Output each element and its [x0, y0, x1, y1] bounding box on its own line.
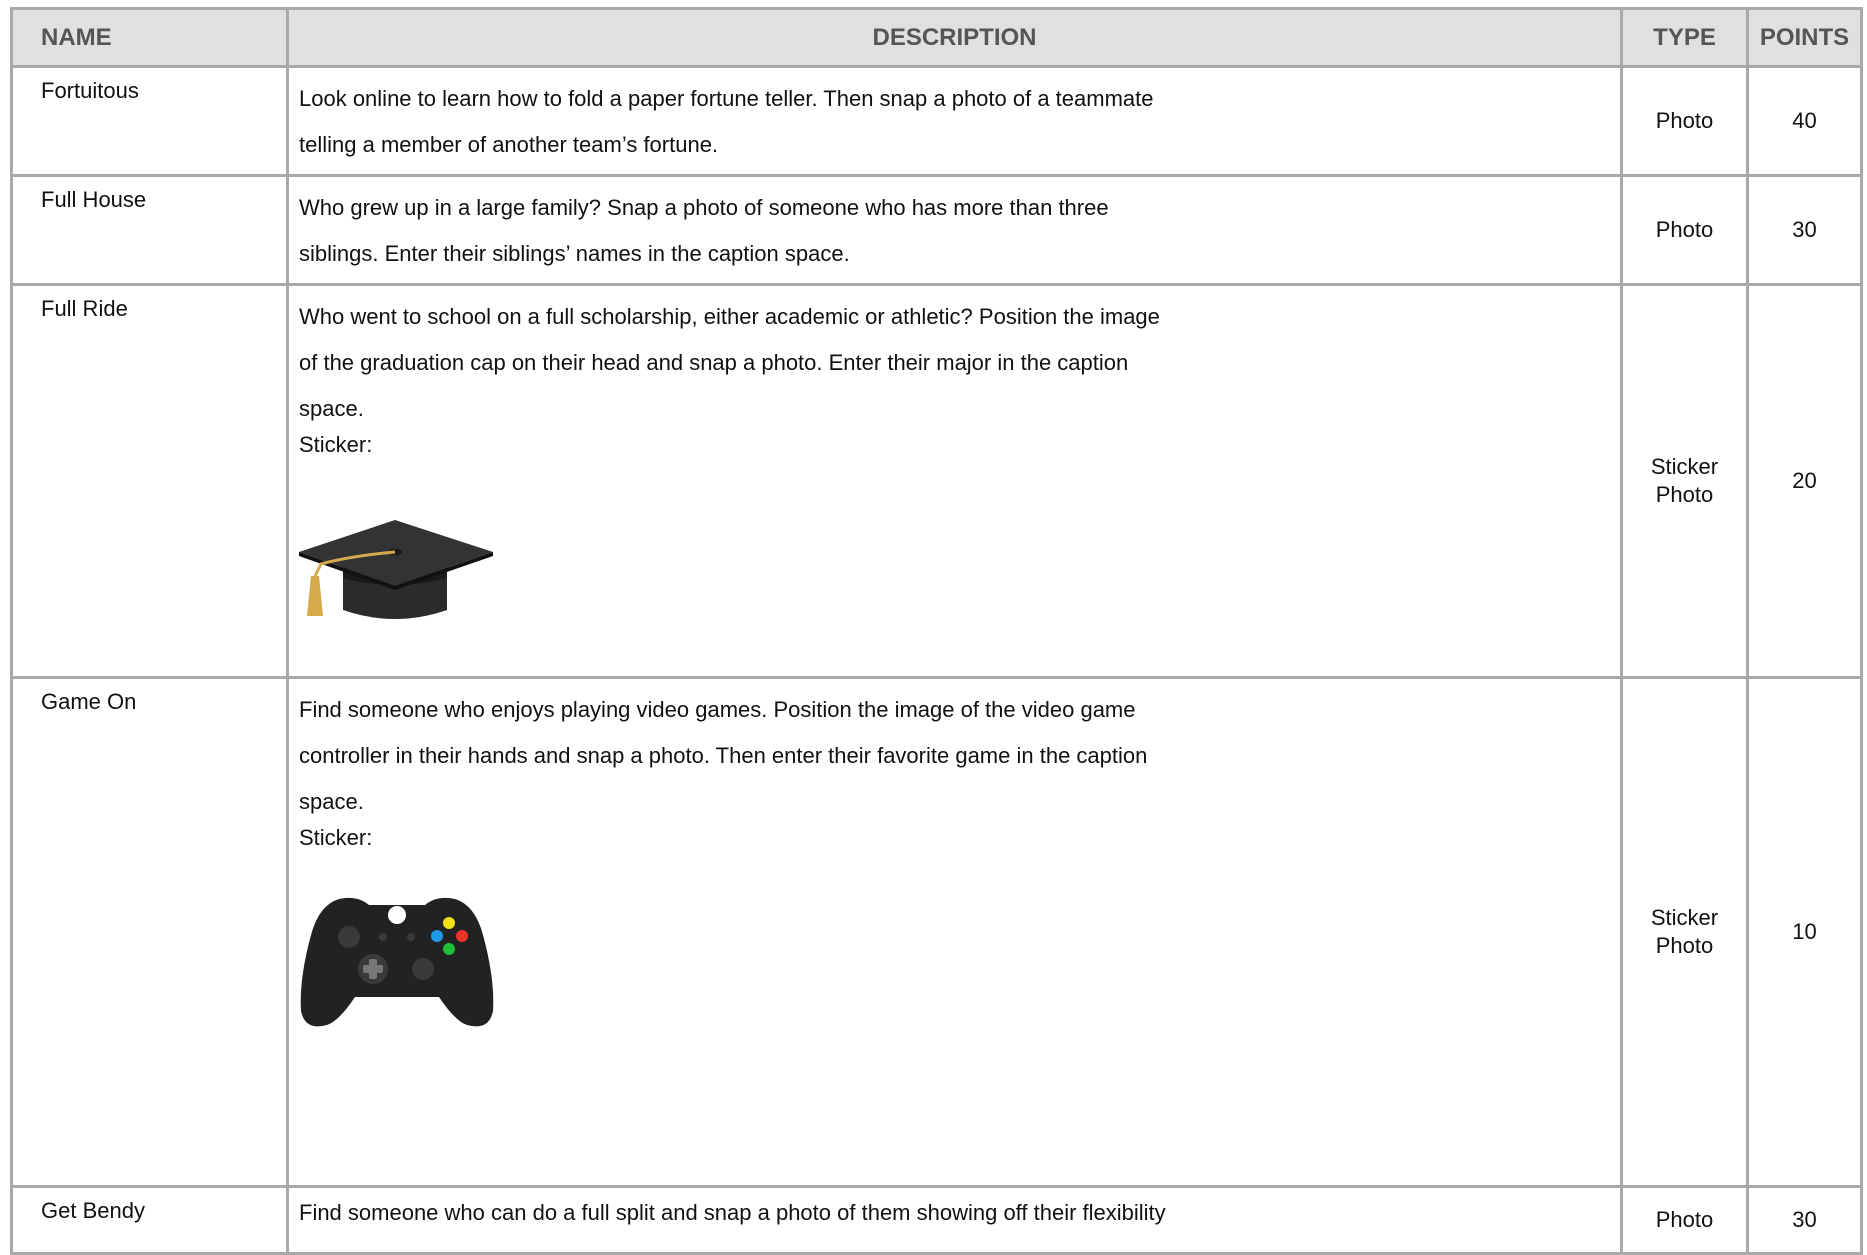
table-row: Full Ride Who went to school on a full s…: [10, 283, 1863, 679]
challenge-type-cell: Photo: [1620, 65, 1749, 177]
column-header-type: TYPE: [1620, 7, 1749, 68]
challenge-description-cell: Find someone who enjoys playing video ga…: [286, 676, 1623, 1188]
challenge-description: Who grew up in a large family? Snap a ph…: [299, 195, 1109, 266]
challenge-name: Full Ride: [10, 283, 289, 679]
challenge-type: Photo: [1655, 933, 1714, 958]
table-row: Game On Find someone who enjoys playing …: [10, 676, 1863, 1188]
challenge-name: Full House: [10, 174, 289, 286]
graduation-cap-icon: [299, 520, 493, 619]
table-header-row: NAME DESCRIPTION TYPE POINTS: [10, 7, 1863, 68]
column-header-description: DESCRIPTION: [286, 7, 1623, 68]
challenge-points: 20: [1746, 283, 1863, 679]
challenge-type-cell: Sticker Photo: [1620, 676, 1749, 1188]
sticker-label: Sticker:: [299, 432, 373, 457]
challenge-description: Look online to learn how to fold a paper…: [299, 86, 1154, 157]
challenge-type-cell: Sticker Photo: [1620, 283, 1749, 679]
challenge-description: Who went to school on a full scholarship…: [299, 304, 1160, 421]
challenge-description-cell: Who went to school on a full scholarship…: [286, 283, 1623, 679]
challenge-type: Photo: [1655, 1207, 1714, 1232]
column-header-name: NAME: [10, 7, 289, 68]
challenge-type: Sticker: [1650, 454, 1719, 479]
challenge-name: Fortuitous: [10, 65, 289, 177]
challenge-type-cell: Photo: [1620, 174, 1749, 286]
challenge-points: 30: [1746, 1185, 1863, 1255]
challenges-table: NAME DESCRIPTION TYPE POINTS Fortuitous …: [10, 7, 1863, 1255]
challenge-points: 10: [1746, 676, 1863, 1188]
column-header-points: POINTS: [1746, 7, 1863, 68]
challenge-type-cell: Photo: [1620, 1185, 1749, 1255]
challenge-type: Photo: [1655, 108, 1714, 133]
challenge-description-cell: Find someone who can do a full split and…: [286, 1185, 1623, 1255]
challenge-name: Game On: [10, 676, 289, 1188]
challenge-name: Get Bendy: [10, 1185, 289, 1255]
challenge-description: Find someone who enjoys playing video ga…: [299, 697, 1148, 814]
challenge-type: Sticker: [1650, 905, 1719, 930]
challenge-points: 30: [1746, 174, 1863, 286]
challenge-type: Photo: [1655, 482, 1714, 507]
table-row: Fortuitous Look online to learn how to f…: [10, 65, 1863, 177]
challenges-table-container: NAME DESCRIPTION TYPE POINTS Fortuitous …: [10, 7, 1863, 1255]
challenge-description-cell: Look online to learn how to fold a paper…: [286, 65, 1623, 177]
sticker-label: Sticker:: [299, 825, 373, 850]
table-row: Full House Who grew up in a large family…: [10, 174, 1863, 286]
challenge-points: 40: [1746, 65, 1863, 177]
challenge-description-cell: Who grew up in a large family? Snap a ph…: [286, 174, 1623, 286]
table-row: Get Bendy Find someone who can do a full…: [10, 1185, 1863, 1255]
game-controller-icon: [300, 897, 494, 1027]
challenge-type: Photo: [1655, 217, 1714, 242]
challenge-description: Find someone who can do a full split and…: [299, 1200, 1166, 1225]
